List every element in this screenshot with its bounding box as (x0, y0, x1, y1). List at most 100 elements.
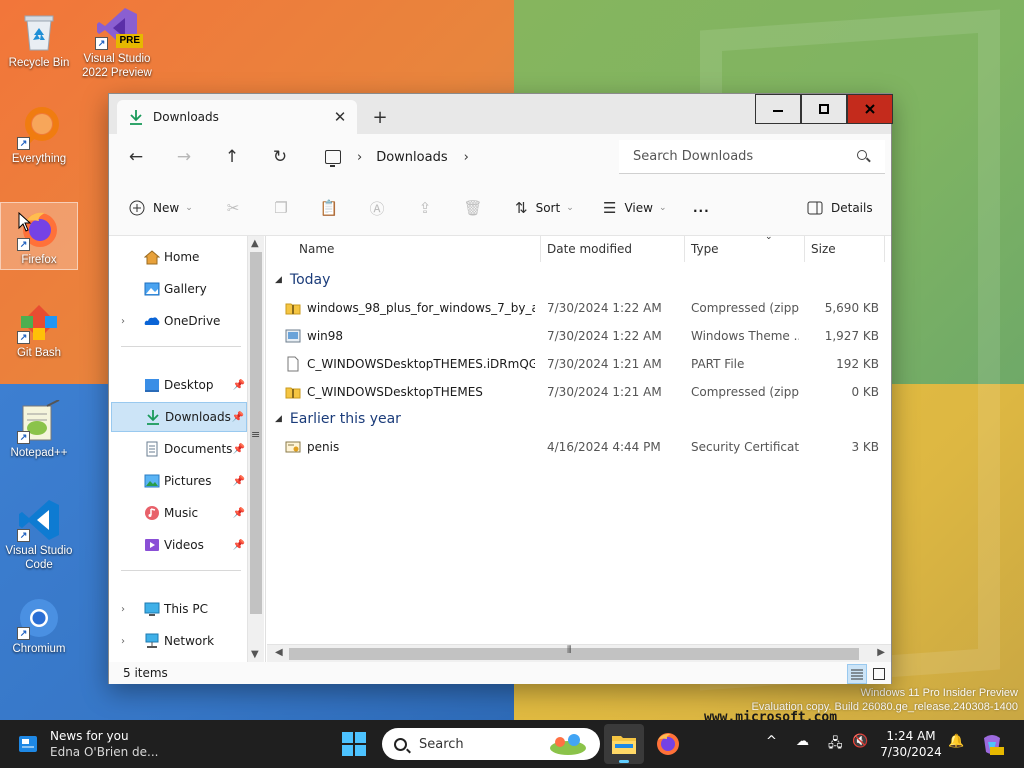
pin-icon[interactable]: 📌 (233, 380, 245, 391)
new-tab-button[interactable]: + (367, 104, 393, 130)
file-row[interactable]: C_WINDOWSDesktopTHEMES.iDRmQG0... 7/30/2… (281, 350, 881, 378)
scroll-down-icon[interactable]: ▼ (251, 649, 259, 660)
column-header-type[interactable]: Type (685, 236, 805, 262)
scroll-thumb[interactable] (289, 648, 859, 660)
more-options-button[interactable]: ... (693, 194, 710, 222)
taskbar-file-explorer[interactable] (604, 724, 644, 764)
maximize-button[interactable] (801, 94, 847, 124)
column-header-size[interactable]: Size (805, 236, 885, 262)
volume-muted-icon[interactable]: 🔇 (852, 734, 868, 749)
delete-button[interactable]: 🗑 (459, 194, 487, 222)
scroll-up-icon[interactable]: ▲ (251, 238, 259, 249)
group-label: Today (289, 272, 331, 288)
file-row[interactable]: windows_98_plus_for_windows_7_by_ans... … (281, 294, 881, 322)
horizontal-scrollbar[interactable]: ◀ ⦀ ▶ (267, 644, 891, 662)
new-button[interactable]: New ⌄ (129, 194, 193, 222)
file-date: 4/16/2024 4:44 PM (547, 440, 661, 454)
details-pane-button[interactable]: Details (807, 194, 873, 222)
tiles-view-button[interactable] (869, 664, 889, 684)
desktop-icon-firefox[interactable]: ↗ Firefox (0, 202, 78, 270)
chevron-right-icon[interactable]: › (357, 150, 362, 165)
column-header-date[interactable]: Date modified (541, 236, 685, 262)
nav-item-music[interactable]: Music 📌 (111, 498, 247, 528)
nav-item-label: Pictures (164, 474, 212, 488)
desktop-icon-label: Git Bash (16, 347, 62, 359)
refresh-button[interactable]: ↻ (265, 142, 295, 172)
pin-icon[interactable]: 📌 (233, 540, 245, 551)
tab-downloads[interactable]: Downloads ✕ (117, 100, 357, 134)
tab-close-icon[interactable]: ✕ (327, 104, 353, 130)
nav-item-downloads[interactable]: Downloads 📌 (111, 402, 247, 432)
copilot-icon[interactable] (980, 732, 1004, 756)
desktop-icon-vscode[interactable]: ↗ Visual Studio Code (0, 498, 78, 572)
pane-splitter[interactable] (265, 236, 266, 662)
home-icon (144, 250, 160, 265)
sort-button[interactable]: ⇅ Sort ⌄ (515, 194, 574, 222)
chevron-up-icon[interactable]: ^ (766, 734, 777, 749)
file-row[interactable]: win98 7/30/2024 1:22 AM Windows Theme ..… (281, 322, 881, 350)
start-button[interactable] (342, 732, 366, 756)
desktop-icon-visual-studio-preview[interactable]: PRE ↗ Visual Studio 2022 Preview (78, 6, 156, 80)
desktop-icon-everything[interactable]: ↗ Everything (0, 106, 78, 166)
chevron-right-icon[interactable]: › (464, 150, 469, 165)
chevron-right-icon[interactable]: › (121, 604, 125, 615)
file-row[interactable]: penis 4/16/2024 4:44 PM Security Certifi… (281, 433, 881, 461)
search-input[interactable] (633, 149, 843, 164)
scroll-left-icon[interactable]: ◀ (275, 647, 283, 658)
search-box[interactable] (619, 140, 885, 174)
breadcrumb[interactable]: › Downloads › (317, 142, 611, 172)
nav-scrollbar[interactable]: ▲ ▼ (247, 236, 264, 662)
taskbar-search[interactable]: Search (382, 728, 600, 760)
nav-item-videos[interactable]: Videos 📌 (111, 530, 247, 560)
desktop-icon-git-bash[interactable]: ↗ Git Bash (0, 300, 78, 360)
cloud-offline-icon[interactable]: ☁ (796, 734, 809, 749)
share-button[interactable]: ⇪ (411, 194, 439, 222)
breadcrumb-item-downloads[interactable]: Downloads (376, 150, 447, 165)
pin-icon[interactable]: 📌 (233, 508, 245, 519)
chevron-right-icon[interactable]: › (121, 316, 125, 327)
paste-button[interactable]: 📋 (315, 194, 343, 222)
nav-item-onedrive[interactable]: › OneDrive (111, 306, 247, 336)
nav-item-home[interactable]: Home (111, 242, 247, 272)
group-header-today[interactable]: ◢ Today (275, 268, 330, 292)
details-view-button[interactable] (847, 664, 867, 684)
nav-item-label: Gallery (164, 282, 207, 296)
nav-item-this-pc[interactable]: › This PC (111, 594, 247, 624)
back-button[interactable]: ← (121, 142, 151, 172)
nav-item-pictures[interactable]: Pictures 📌 (111, 466, 247, 496)
nav-item-network[interactable]: › Network (111, 626, 247, 656)
up-button[interactable]: ↑ (217, 142, 247, 172)
rename-button[interactable]: Ⓐ (363, 194, 391, 222)
minimize-button[interactable] (755, 94, 801, 124)
forward-button[interactable]: → (169, 142, 199, 172)
notification-bell-icon[interactable]: 🔔 (948, 734, 964, 749)
cut-button[interactable]: ✂ (219, 194, 247, 222)
taskbar-clock[interactable]: 1:24 AM 7/30/2024 (876, 728, 946, 760)
nav-item-documents[interactable]: Documents 📌 (111, 434, 247, 464)
column-header-name[interactable]: Name (267, 236, 541, 262)
news-widget[interactable]: News for you Edna O'Brien de... (18, 726, 188, 762)
scroll-right-icon[interactable]: ▶ (877, 647, 885, 658)
pin-icon[interactable]: 📌 (232, 412, 244, 423)
pin-icon[interactable]: 📌 (233, 444, 245, 455)
file-row[interactable]: C_WINDOWSDesktopTHEMES 7/30/2024 1:21 AM… (281, 378, 881, 406)
close-button[interactable] (847, 94, 893, 124)
nav-item-gallery[interactable]: Gallery (111, 274, 247, 304)
taskbar-firefox[interactable] (648, 724, 688, 764)
pin-icon[interactable]: 📌 (233, 476, 245, 487)
desktop-icon-recycle-bin[interactable]: Recycle Bin (0, 10, 78, 70)
view-list-icon: ☰ (603, 199, 617, 217)
chevron-right-icon[interactable]: › (121, 636, 125, 647)
view-button[interactable]: ☰ View ⌄ (603, 194, 666, 222)
group-header-earlier-this-year[interactable]: ◢ Earlier this year (275, 407, 401, 431)
copy-button[interactable]: ❐ (267, 194, 295, 222)
title-bar: Downloads ✕ + (109, 94, 893, 134)
nav-item-desktop[interactable]: Desktop 📌 (111, 370, 247, 400)
start-logo-tile (355, 745, 366, 756)
desktop-icon-chromium[interactable]: ↗ Chromium (0, 596, 78, 656)
desktop-icon-notepad-plus-plus[interactable]: ↗ Notepad++ (0, 399, 78, 460)
search-icon[interactable] (857, 150, 867, 160)
splitter-grip-icon[interactable]: ≡ (251, 428, 260, 441)
network-status-icon[interactable]: 🖧 (828, 734, 843, 756)
chevron-down-icon: ⌄ (658, 203, 667, 213)
